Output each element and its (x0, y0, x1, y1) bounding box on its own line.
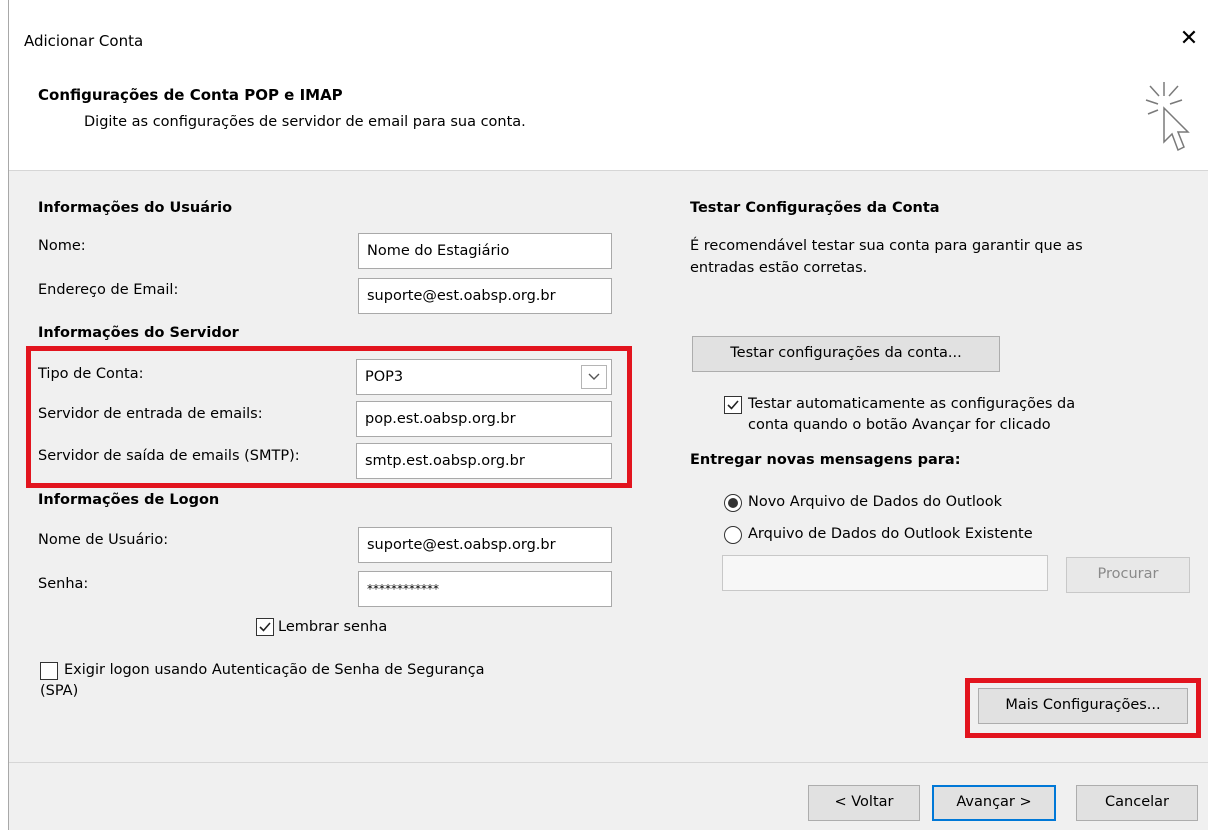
auto-test-label-line2: conta quando o botão Avançar for clicado (748, 417, 1051, 433)
test-settings-button[interactable]: Testar configurações da conta... (692, 336, 1000, 372)
close-icon[interactable]: ✕ (1176, 26, 1202, 52)
password-field[interactable]: ************ (358, 571, 612, 607)
incoming-server-field[interactable]: pop.est.oabsp.org.br (356, 401, 612, 437)
auto-test-checkbox[interactable] (724, 396, 742, 414)
cancel-button[interactable]: Cancelar (1076, 785, 1198, 821)
browse-button[interactable]: Procurar (1066, 557, 1190, 593)
spa-label-line1: Exigir logon usando Autenticação de Senh… (64, 662, 485, 678)
page-title: Configurações de Conta POP e IMAP (38, 86, 343, 104)
test-desc-line2: entradas estão corretas. (690, 260, 868, 276)
window-title: Adicionar Conta (24, 32, 144, 50)
email-label: Endereço de Email: (38, 282, 179, 298)
data-file-path-field[interactable] (722, 555, 1048, 591)
chevron-down-icon[interactable] (581, 365, 607, 389)
new-data-file-radio[interactable] (724, 494, 742, 512)
logon-info-heading: Informações de Logon (38, 492, 220, 508)
outgoing-server-field[interactable]: smtp.est.oabsp.org.br (356, 443, 612, 479)
account-type-select[interactable]: POP3 (356, 359, 612, 395)
cursor-sparkle-icon (1134, 76, 1198, 166)
name-field[interactable]: Nome do Estagiário (358, 233, 612, 269)
account-type-value: POP3 (365, 369, 404, 385)
password-label: Senha: (38, 576, 89, 592)
add-account-dialog: Adicionar Conta ✕ Configurações de Conta… (0, 0, 1208, 830)
username-field[interactable]: suporte@est.oabsp.org.br (358, 527, 612, 563)
remember-password-label: Lembrar senha (278, 619, 388, 635)
outgoing-server-label: Servidor de saída de emails (SMTP): (38, 448, 300, 464)
test-desc-line1: É recomendável testar sua conta para gar… (690, 238, 1083, 254)
name-label: Nome: (38, 238, 86, 254)
spa-label-line2: (SPA) (40, 683, 79, 699)
deliver-heading: Entregar novas mensagens para: (690, 452, 961, 468)
test-settings-heading: Testar Configurações da Conta (690, 200, 940, 216)
email-field[interactable]: suporte@est.oabsp.org.br (358, 278, 612, 314)
more-settings-button[interactable]: Mais Configurações... (978, 688, 1188, 724)
existing-data-file-radio[interactable] (724, 526, 742, 544)
remember-password-checkbox[interactable] (256, 618, 274, 636)
username-label: Nome de Usuário: (38, 532, 169, 548)
existing-data-file-label: Arquivo de Dados do Outlook Existente (748, 526, 1033, 542)
user-info-heading: Informações do Usuário (38, 200, 233, 216)
auto-test-label-line1: Testar automaticamente as configurações … (748, 396, 1076, 412)
back-button[interactable]: < Voltar (808, 785, 920, 821)
new-data-file-label: Novo Arquivo de Dados do Outlook (748, 494, 1003, 510)
incoming-server-label: Servidor de entrada de emails: (38, 406, 263, 422)
spa-checkbox[interactable] (40, 662, 58, 680)
account-type-label: Tipo de Conta: (38, 366, 144, 382)
page-subtitle: Digite as configurações de servidor de e… (84, 114, 526, 130)
server-info-heading: Informações do Servidor (38, 325, 239, 341)
next-button[interactable]: Avançar > (932, 785, 1056, 821)
